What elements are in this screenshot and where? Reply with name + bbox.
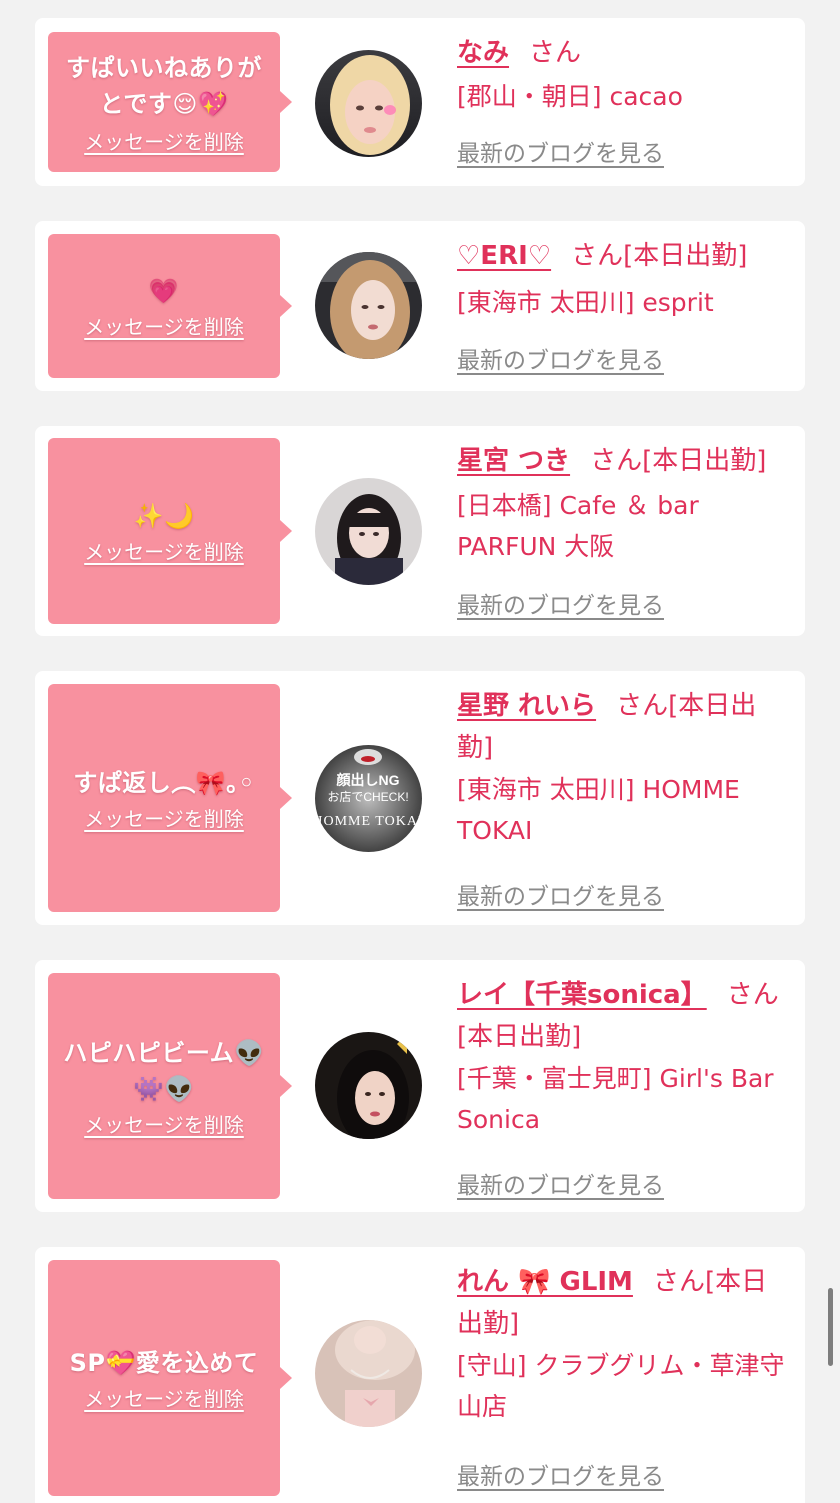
message-bubble: ハピハピビーム👽👾👽 メッセージを削除 bbox=[48, 973, 292, 1199]
message-bubble: 💗 メッセージを削除 bbox=[48, 234, 292, 378]
avatar[interactable]: 顔出しNG お店でCHECK! HOMME TOKAI bbox=[315, 745, 422, 852]
cast-info: レイ【千葉sonica】 さん[本日出勤] [千葉・富士見町] Girl's Ba… bbox=[457, 974, 797, 1199]
cast-name-link[interactable]: レイ【千葉sonica】 bbox=[457, 980, 707, 1010]
latest-blog-link[interactable]: 最新のブログを見る bbox=[457, 341, 664, 375]
message-text: ✨🌙 bbox=[133, 501, 195, 530]
message-text: SP💝愛を込めて bbox=[69, 1348, 259, 1377]
shop-info: [千葉・富士見町] Girl's Bar Sonica bbox=[457, 1064, 774, 1134]
avatar[interactable] bbox=[315, 50, 422, 157]
delete-message-link[interactable]: メッセージを削除 bbox=[84, 536, 244, 565]
cast-name-link[interactable]: 星宮 つき bbox=[457, 446, 570, 476]
shop-info: [東海市 太田川] esprit bbox=[457, 288, 714, 317]
cast-info: 星野 れいら さん[本日出勤] [東海市 太田川] HOMME TOKAI 最新の… bbox=[457, 685, 797, 910]
message-bubble: SP💝愛を込めて メッセージを削除 bbox=[48, 1260, 292, 1496]
message-bubble: すぱ返し︵🎀｡◦ メッセージを削除 bbox=[48, 684, 292, 912]
name-line: 星宮 つき さん[本日出勤] bbox=[457, 440, 797, 482]
shop-info: [守山] クラブグリム・草津守山店 bbox=[457, 1351, 785, 1421]
name-suffix: さん[本日出勤] bbox=[571, 241, 748, 271]
avatar[interactable] bbox=[315, 252, 422, 359]
latest-blog-link[interactable]: 最新のブログを見る bbox=[457, 877, 664, 911]
cast-name-link[interactable]: れん 🎀 GLIM bbox=[457, 1267, 633, 1297]
cast-info: れん 🎀 GLIM さん[本日出勤] [守山] クラブグリム・草津守山店 最新のブ… bbox=[457, 1261, 797, 1490]
name-suffix: さん[本日出勤] bbox=[590, 446, 767, 476]
message-card: すぱ返し︵🎀｡◦ メッセージを削除 顔出しNG お店でCHECK! HOMME … bbox=[35, 671, 805, 925]
cast-info: 星宮 つき さん[本日出勤] [日本橋] Cafe ＆ bar PARFUN 大阪… bbox=[457, 440, 797, 619]
name-line: れん 🎀 GLIM さん[本日出勤] bbox=[457, 1261, 787, 1345]
scrollbar[interactable] bbox=[828, 1288, 833, 1366]
name-line: ♡ERI♡ さん[本日出勤] bbox=[457, 235, 797, 277]
delete-message-link[interactable]: メッセージを削除 bbox=[84, 803, 244, 832]
message-bubble: すぱいいねありがとです😌💖 メッセージを削除 bbox=[48, 32, 292, 172]
avatar[interactable] bbox=[315, 1032, 422, 1139]
delete-message-link[interactable]: メッセージを削除 bbox=[84, 1109, 244, 1138]
name-line: レイ【千葉sonica】 さん[本日出勤] bbox=[457, 974, 797, 1058]
shop-info: [東海市 太田川] HOMME TOKAI bbox=[457, 775, 740, 845]
cast-info: なみ さん [郡山・朝日] cacao 最新のブログを見る bbox=[457, 32, 797, 167]
message-text: ハピハピビーム👽👾👽 bbox=[63, 1038, 265, 1103]
message-card: ハピハピビーム👽👾👽 メッセージを削除 レイ【千葉sonica】 さん[本日出勤]… bbox=[35, 960, 805, 1212]
message-text: 💗 bbox=[148, 276, 180, 305]
name-suffix: さん bbox=[529, 38, 582, 68]
cast-name-link[interactable]: なみ bbox=[457, 38, 509, 68]
delete-message-link[interactable]: メッセージを削除 bbox=[84, 1383, 244, 1412]
message-card: SP💝愛を込めて メッセージを削除 れん 🎀 GLIM さん[本日出勤] [守山]… bbox=[35, 1247, 805, 1503]
shop-info: [日本橋] Cafe ＆ bar PARFUN 大阪 bbox=[457, 491, 699, 561]
avatar[interactable] bbox=[315, 1320, 422, 1427]
cast-name-link[interactable]: ♡ERI♡ bbox=[457, 241, 551, 271]
avatar-overlay-text-3: HOMME TOKAI bbox=[315, 814, 422, 829]
message-bubble: ✨🌙 メッセージを削除 bbox=[48, 438, 292, 624]
latest-blog-link[interactable]: 最新のブログを見る bbox=[457, 134, 664, 168]
latest-blog-link[interactable]: 最新のブログを見る bbox=[457, 1166, 664, 1200]
message-card: 💗 メッセージを削除 ♡ERI♡ さん[本日出勤] [東海市 太田川] espri… bbox=[35, 221, 805, 391]
name-line: 星野 れいら さん[本日出勤] bbox=[457, 685, 787, 769]
shop-info: [郡山・朝日] cacao bbox=[457, 82, 683, 111]
cast-name-link[interactable]: 星野 れいら bbox=[457, 691, 596, 721]
message-text: すぱいいねありがとです😌💖 bbox=[66, 53, 262, 118]
cast-info: ♡ERI♡ さん[本日出勤] [東海市 太田川] esprit 最新のブログを見る bbox=[457, 235, 797, 374]
delete-message-link[interactable]: メッセージを削除 bbox=[84, 311, 244, 340]
name-line: なみ さん bbox=[457, 32, 797, 74]
message-card: ✨🌙 メッセージを削除 星宮 つき さん[本日出勤] [日本橋] Cafe ＆ b… bbox=[35, 426, 805, 636]
message-text: すぱ返し︵🎀｡◦ bbox=[73, 768, 255, 797]
avatar-overlay-text-2: お店でCHECK! bbox=[327, 790, 408, 804]
avatar-overlay-text-1: 顔出しNG bbox=[336, 772, 400, 788]
delete-message-link[interactable]: メッセージを削除 bbox=[84, 126, 244, 155]
latest-blog-link[interactable]: 最新のブログを見る bbox=[457, 1457, 664, 1491]
latest-blog-link[interactable]: 最新のブログを見る bbox=[457, 586, 664, 620]
message-card: すぱいいねありがとです😌💖 メッセージを削除 なみ さん [郡山・朝日] cac… bbox=[35, 18, 805, 186]
avatar[interactable] bbox=[315, 478, 422, 585]
